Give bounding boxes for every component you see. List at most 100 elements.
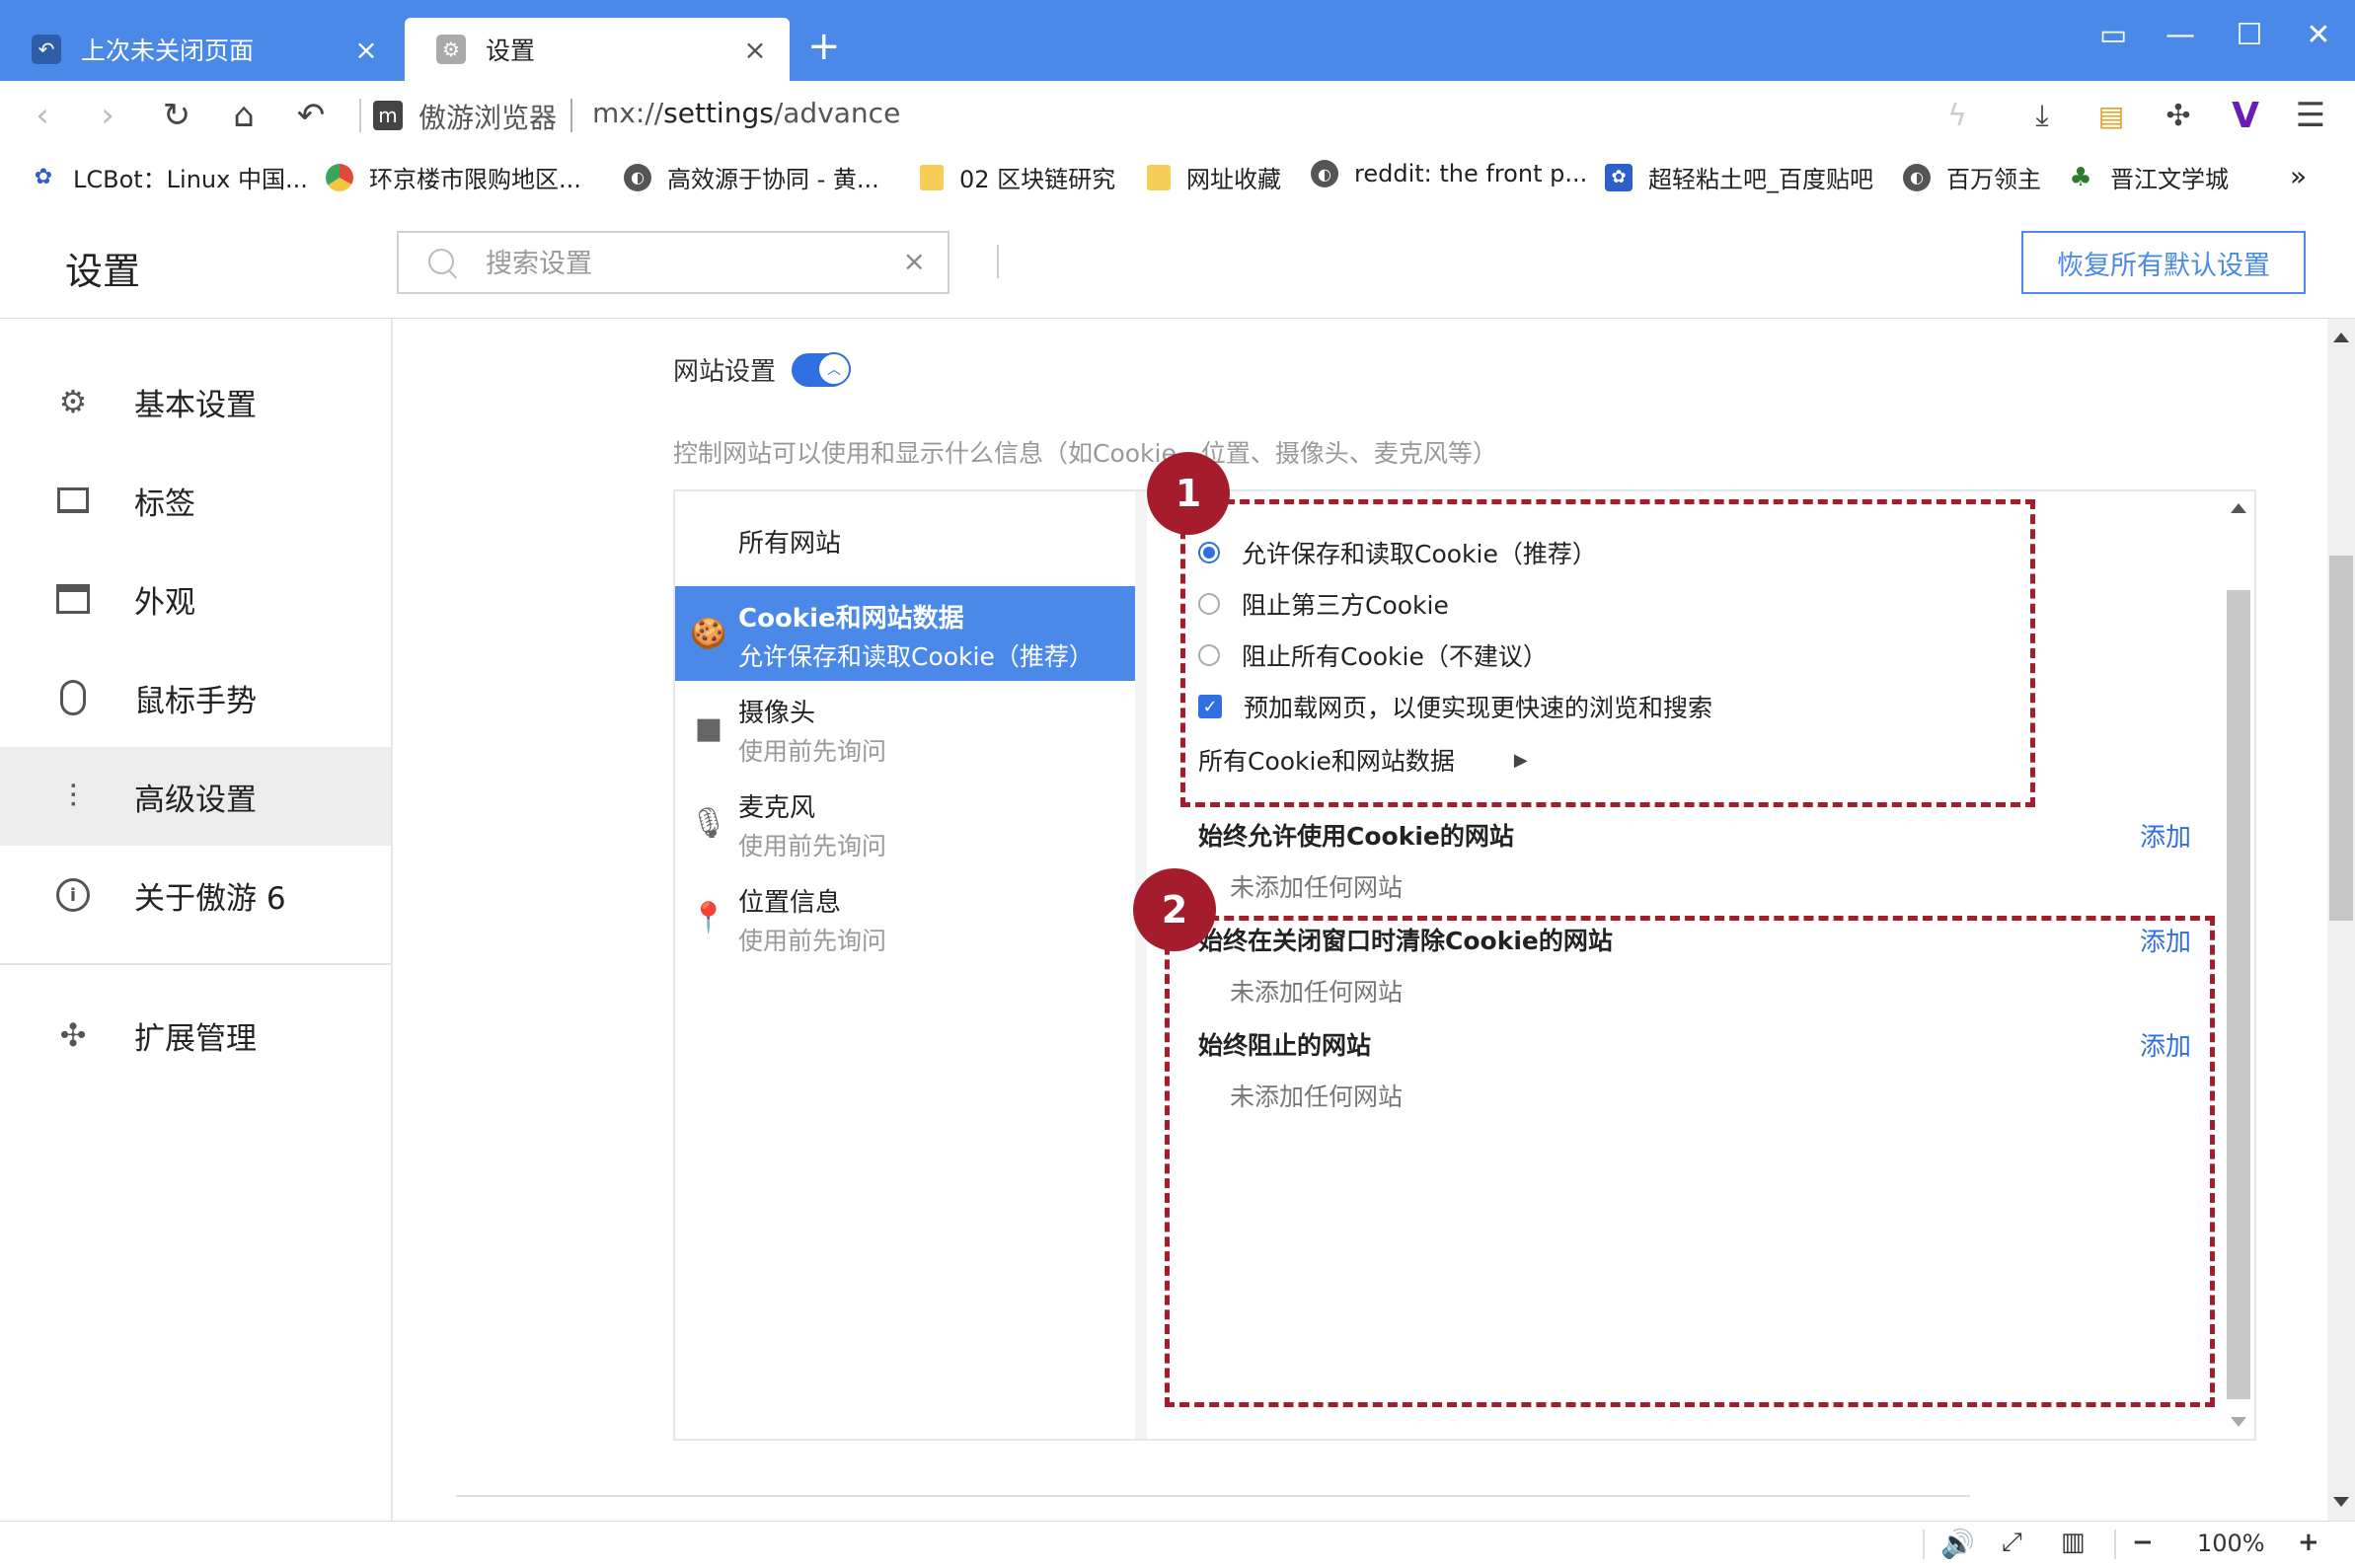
settings-gear-icon: ⚙ [436, 35, 466, 64]
vip-icon[interactable]: V [2223, 93, 2268, 138]
restore-icon: ↶ [32, 35, 61, 64]
category-title: 麦克风 [738, 793, 816, 823]
category-microphone[interactable]: 🎙 麦克风 使用前先询问 [675, 776, 1135, 870]
download-icon[interactable]: ⤓ [2019, 93, 2065, 138]
new-tab-button[interactable]: + [807, 24, 841, 69]
scrollbar-thumb[interactable] [2227, 590, 2250, 1399]
globe-icon: ◐ [1903, 163, 1931, 191]
sidebar-item-label: 关于傲游 6 [134, 880, 286, 917]
category-subtitle: 使用前先询问 [738, 927, 887, 955]
section-title-always-allow: 始终允许使用Cookie的网站 [1198, 822, 1514, 851]
info-icon: i [53, 875, 93, 915]
split-view-icon[interactable]: ▥ [2061, 1528, 2086, 1557]
category-camera[interactable]: ■ 摄像头 使用前先询问 [675, 681, 1135, 776]
maximize-button[interactable]: ☐ [2227, 18, 2272, 52]
divider [0, 963, 391, 965]
extensions-icon[interactable]: ✣ [2156, 93, 2201, 138]
tab-settings[interactable]: ⚙ 设置 × [405, 18, 790, 81]
close-icon[interactable]: × [351, 34, 381, 66]
sidebar-item-label: 基本设置 [134, 387, 257, 423]
bookmark-item[interactable]: 02 区块链研究 [920, 160, 1115, 194]
bookmarks-bar: ✿ LCBot：Linux 中国... 环京楼市限购地区... ◐ 高效源于协同 -… [0, 150, 2355, 206]
zoom-level: 100% [2197, 1530, 2265, 1557]
page-scrollbar[interactable] [2327, 319, 2355, 1521]
category-all-sites[interactable]: 所有网站 [675, 491, 1135, 586]
category-title: 位置信息 [738, 888, 842, 918]
scroll-up-icon[interactable] [2333, 333, 2349, 342]
sidebar-item-about[interactable]: i 关于傲游 6 [0, 846, 391, 944]
url-host: settings [663, 97, 774, 129]
sidebar-item-mouse-gestures[interactable]: 鼠标手势 [0, 648, 391, 747]
close-icon[interactable]: × [740, 34, 770, 66]
category-cookies[interactable]: 🍪 Cookie和网站数据 允许保存和读取Cookie（推荐） [675, 586, 1135, 681]
scroll-up-icon[interactable] [2231, 503, 2246, 513]
bookmark-item[interactable]: ♣ 晋江文学城 [2067, 160, 2229, 194]
bookmark-label: 网址收藏 [1186, 166, 1281, 193]
sidebar-item-label: 标签 [134, 485, 195, 522]
scroll-down-icon[interactable] [2231, 1417, 2246, 1427]
category-title: Cookie和网站数据 [738, 604, 964, 634]
site-name: 傲游浏览器 [418, 102, 558, 134]
site-settings-toggle[interactable]: ︿ [792, 352, 851, 387]
category-location[interactable]: 📍 位置信息 使用前先询问 [675, 870, 1135, 965]
address-bar[interactable]: mx://settings/advance [592, 97, 900, 129]
globe-icon: ◐ [624, 163, 651, 191]
annotation-badge-1: 1 [1147, 452, 1230, 535]
sidebar-item-advanced[interactable]: ⫶ 高级设置 [0, 747, 391, 846]
maxthon-icon: m [373, 101, 403, 130]
sidebar-item-extensions[interactable]: ✣ 扩展管理 [0, 986, 391, 1084]
sidebar-item-label: 外观 [134, 584, 195, 621]
bookmark-item[interactable]: ✿ LCBot：Linux 中国... [30, 160, 308, 194]
layout-icon[interactable]: ▭ [2090, 18, 2136, 52]
bookmark-item[interactable]: ◐ 百万领主 [1903, 160, 2041, 194]
category-list: 所有网站 🍪 Cookie和网站数据 允许保存和读取Cookie（推荐） ■ 摄… [675, 491, 1147, 1439]
category-subtitle: 使用前先询问 [738, 737, 887, 766]
scrollbar-thumb[interactable] [2329, 556, 2353, 921]
menu-icon[interactable]: ☰ [2288, 93, 2333, 138]
bookmark-label: reddit: the front p... [1354, 160, 1588, 187]
zoom-in-button[interactable]: + [2298, 1528, 2319, 1557]
bookmark-item[interactable]: ✿ 超轻粘土吧_百度贴吧 [1605, 160, 1873, 194]
tab-label: 上次未关闭页面 [81, 37, 255, 65]
zoom-out-button[interactable]: − [2132, 1528, 2154, 1557]
bookmarks-more-button[interactable]: » [2290, 160, 2307, 192]
home-button[interactable]: ⌂ [221, 93, 266, 138]
site-settings-description: 控制网站可以使用和显示什么信息（如Cookie、位置、摄像头、麦克风等） [673, 439, 1497, 468]
back-button[interactable]: ‹ [20, 93, 65, 138]
undo-close-button[interactable]: ↶ [288, 93, 334, 138]
nav-bar: ‹ › ↻ ⌂ ↶ m 傲游浏览器 mx://settings/advance … [0, 81, 2355, 150]
bookmark-item[interactable]: 环京楼市限购地区... [326, 160, 581, 194]
sidebar-item-basic[interactable]: ⚙ 基本设置 [0, 352, 391, 451]
scroll-down-icon[interactable] [2333, 1497, 2349, 1507]
bookmark-item[interactable]: ◐ 高效源于协同 - 黄... [624, 160, 879, 194]
baidu-paw-icon: ✿ [34, 165, 53, 189]
reload-button[interactable]: ↻ [154, 93, 199, 138]
empty-list-text: 未添加任何网站 [1230, 873, 1404, 902]
bookmark-item[interactable]: 网址收藏 [1147, 160, 1281, 194]
close-window-button[interactable]: ✕ [2296, 18, 2341, 52]
add-always-allow-button[interactable]: 添加 [2140, 817, 2191, 854]
category-title: 摄像头 [738, 699, 816, 728]
category-subtitle: 使用前先询问 [738, 832, 887, 860]
url-scheme: mx:// [592, 97, 664, 129]
tab-unclosed-pages[interactable]: ↶ 上次未关闭页面 × [0, 18, 401, 81]
search-input[interactable] [484, 243, 863, 284]
bookmark-label: 晋江文学城 [2110, 166, 2229, 193]
minimize-button[interactable]: — [2158, 18, 2203, 52]
divider [359, 99, 361, 132]
mouse-icon [53, 678, 93, 717]
bookmark-item[interactable]: ◐ reddit: the front p... [1311, 160, 1587, 187]
clear-icon[interactable]: × [903, 245, 926, 277]
notes-icon[interactable]: ▤ [2089, 93, 2134, 138]
tree-icon: ♣ [2069, 162, 2092, 192]
fullscreen-icon[interactable]: ⤢ [2002, 1528, 2022, 1558]
bookmark-label: 高效源于协同 - 黄... [667, 166, 879, 193]
inner-scrollbar[interactable] [2223, 491, 2254, 1439]
reset-defaults-button[interactable]: 恢复所有默认设置 [2021, 231, 2306, 294]
forward-button[interactable]: › [85, 93, 130, 138]
lightning-icon[interactable]: ϟ [1935, 93, 1980, 138]
sidebar-item-appearance[interactable]: 外观 [0, 550, 391, 648]
speaker-icon[interactable]: 🔊 [1940, 1528, 1975, 1560]
sidebar-item-tabs[interactable]: 标签 [0, 451, 391, 550]
sidebar-item-label: 鼠标手势 [134, 683, 257, 719]
